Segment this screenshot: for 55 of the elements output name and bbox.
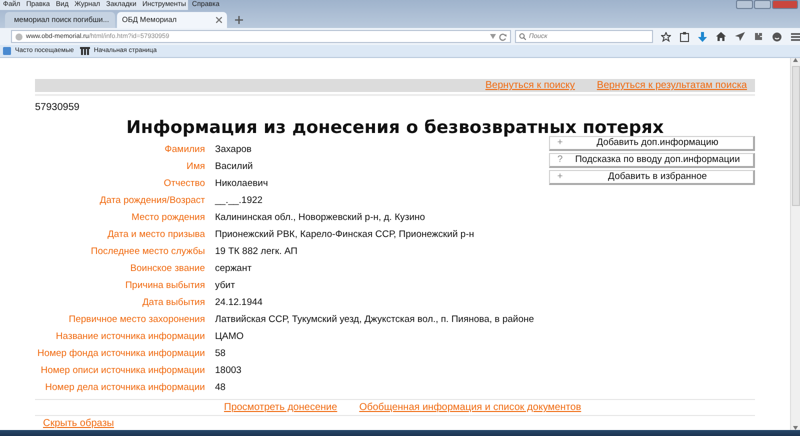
site-logo-icon [80,47,90,55]
field-value: 24.12.1944 [215,296,263,310]
action-button[interactable]: + Добавить доп.информацию [549,136,755,151]
field-label: Причина выбытия [124,279,206,294]
field-value: Василий [215,160,253,174]
star-icon[interactable] [661,32,671,42]
field-value: 48 [215,381,226,396]
field-label: Отчество [162,177,206,192]
send-icon[interactable] [735,32,745,41]
globe-icon [15,32,23,40]
clipboard-icon[interactable] [680,32,689,42]
field-label: Воинское звание [129,262,206,276]
scroll-thumb[interactable] [792,66,800,206]
field-value: 18003 [215,364,242,378]
action-button[interactable]: ? Подсказка по вводу доп.информации [549,153,755,168]
field-label: Номер дела источника информации [44,381,206,396]
field-value: 19 ТК 882 легк. АП [215,245,298,260]
field-label: Дата рождения/Возраст [98,194,206,208]
field-label: Номер фонда источника информации [36,347,206,362]
field-value: __.__.1922 [215,194,263,208]
field-label: Последнее место службы [90,245,206,260]
search-icon [519,33,526,40]
field-value: Захаров [215,143,252,158]
close-tab-icon[interactable] [216,17,222,23]
field-label: Фамилия [164,143,206,158]
field-label: Имя [185,160,206,174]
puzzle-icon[interactable] [754,32,763,41]
bookmarks-folder-icon [3,47,11,55]
field-value: сержант [215,262,252,276]
field-value: Николаевич [215,177,268,192]
minimize-button[interactable] [736,0,753,9]
page-heading: Информация из донесения о безвозвратных потерях [125,117,665,138]
field-label: Место рождения [130,211,206,226]
download-icon[interactable] [698,32,707,42]
field-label: Номер описи источника информации [40,364,206,378]
field-label: Дата и место призыва [106,228,206,242]
field-value: Латвийская ССР, Тукумский уезд, Джукстская вол., п. Пиянова, в районе [215,313,534,328]
record-id: 57930959 [35,101,80,115]
field-value: убит [215,279,235,294]
field-value: Калининская обл., Новоржевский р-н, д. Кузино [215,211,426,226]
dropdown-icon[interactable] [490,34,496,39]
field-value: ЦАМО [215,330,244,344]
action-button[interactable]: + Добавить в избранное [549,170,755,185]
new-tab-icon[interactable] [235,16,243,24]
menu-icon[interactable] [791,32,800,40]
smiley-icon[interactable] [772,32,782,42]
field-label: Название источника информации [54,330,206,344]
home-icon[interactable] [716,32,726,41]
scrollbar[interactable] [790,58,800,430]
field-value: 58 [215,347,226,362]
maximize-button[interactable] [754,0,771,9]
reload-icon[interactable] [499,32,507,40]
field-label: Дата выбытия [141,296,206,310]
field-label: Первичное место захоронения [68,313,206,328]
field-value: Прионежский РВК, Карело-Финская ССР, Прионежский р-н [215,228,474,242]
